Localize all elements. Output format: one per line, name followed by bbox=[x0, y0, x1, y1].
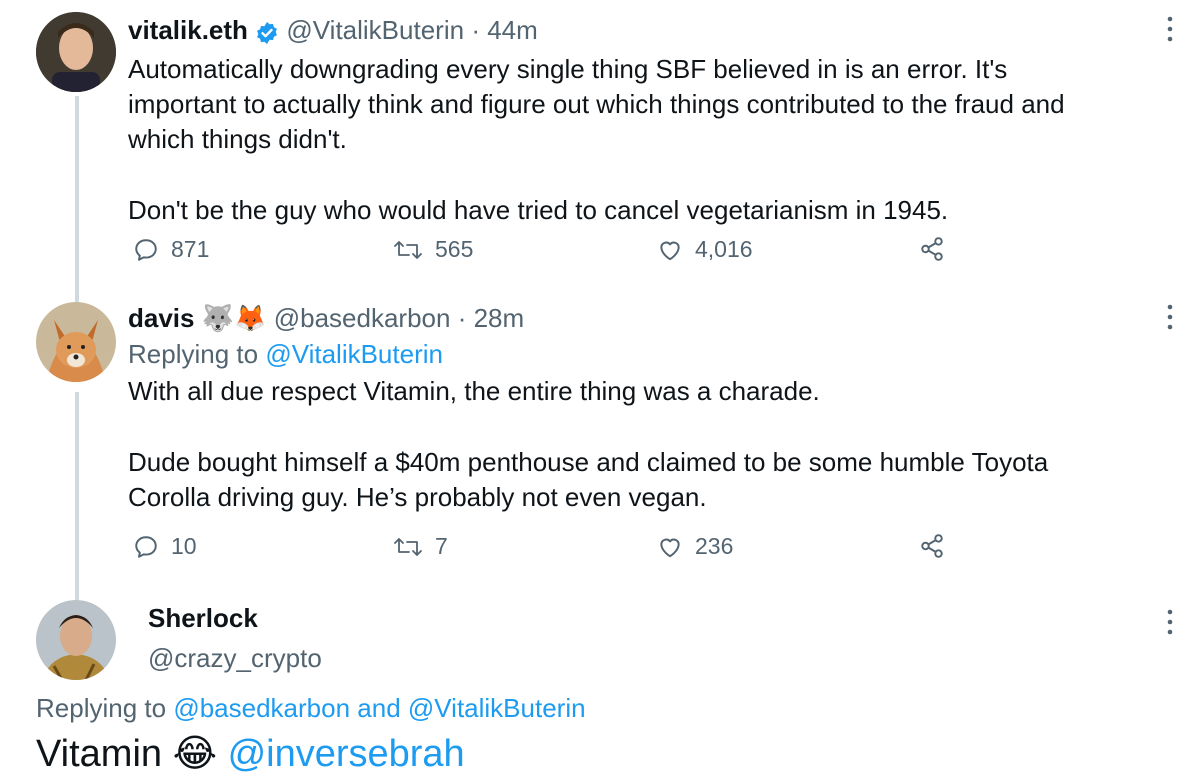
share-button[interactable] bbox=[919, 236, 957, 262]
handle[interactable]: @basedkarbon bbox=[274, 303, 451, 333]
reply-button[interactable]: 871 bbox=[133, 236, 209, 263]
display-name[interactable]: davis bbox=[128, 303, 195, 333]
body-line: Dude bought himself a $40m penthouse and… bbox=[128, 447, 1049, 477]
avatar-davis[interactable] bbox=[36, 302, 116, 382]
laughing-emoji-icon: 😂 bbox=[172, 733, 217, 775]
handle[interactable]: @VitalikButerin bbox=[286, 15, 464, 45]
reply-icon bbox=[135, 238, 157, 261]
avatar-sherlock[interactable] bbox=[36, 600, 116, 680]
like-count: 236 bbox=[695, 533, 734, 559]
timestamp[interactable]: 28m bbox=[474, 303, 525, 333]
body-line: Don't be the guy who would have tried to… bbox=[128, 195, 949, 225]
replying-mention[interactable]: @VitalikButerin bbox=[265, 339, 443, 369]
separator: · bbox=[471, 15, 480, 45]
body-line: which things didn't. bbox=[128, 124, 347, 154]
like-count: 4,016 bbox=[695, 236, 753, 262]
action-bar: 10 7 236 bbox=[133, 533, 953, 563]
reply-icon bbox=[135, 535, 157, 558]
share-button[interactable] bbox=[919, 533, 957, 559]
replying-prefix: Replying to bbox=[36, 693, 167, 723]
like-button[interactable]: 4,016 bbox=[657, 236, 753, 263]
body-word: Vitamin bbox=[36, 733, 163, 775]
body-line bbox=[128, 157, 1158, 193]
replying-to: Replying to @basedkarbon and @VitalikBut… bbox=[36, 690, 586, 726]
name-emojis: 🐺🦊 bbox=[201, 303, 267, 333]
tweet-body: With all due respect Vitamin, the entire… bbox=[128, 374, 1158, 515]
display-name[interactable]: Sherlock bbox=[148, 600, 322, 636]
more-icon[interactable] bbox=[1160, 607, 1180, 642]
like-icon bbox=[660, 538, 680, 557]
tweet-body: Automatically downgrading every single t… bbox=[128, 52, 1158, 228]
tweet-header: vitalik.eth @VitalikButerin · 44m bbox=[128, 14, 1158, 52]
tweet-header: davis 🐺🦊 @basedkarbon · 28m bbox=[128, 302, 1158, 334]
retweet-count: 7 bbox=[435, 533, 448, 559]
reply-count: 10 bbox=[171, 533, 197, 559]
handle[interactable]: @crazy_crypto bbox=[148, 640, 322, 676]
body-line: important to actually think and figure o… bbox=[128, 89, 1065, 119]
thread-line bbox=[75, 96, 79, 306]
like-icon bbox=[660, 241, 680, 260]
reply-count: 871 bbox=[171, 236, 210, 262]
retweet-icon bbox=[394, 240, 422, 259]
thread-line bbox=[75, 392, 79, 602]
retweet-count: 565 bbox=[435, 236, 474, 262]
retweet-button[interactable]: 565 bbox=[393, 236, 473, 263]
tweet-body: Vitamin 😂 @inversebrah bbox=[36, 730, 465, 778]
more-icon[interactable] bbox=[1160, 302, 1180, 337]
body-mention[interactable]: @inversebrah bbox=[228, 733, 465, 775]
tweet-davis[interactable]: davis 🐺🦊 @basedkarbon · 28m Replying to … bbox=[128, 302, 1158, 515]
replying-prefix: Replying to bbox=[128, 339, 259, 369]
replying-and: and bbox=[357, 693, 401, 723]
body-line: Automatically downgrading every single t… bbox=[128, 54, 1008, 84]
timestamp[interactable]: 44m bbox=[487, 15, 538, 45]
body-line bbox=[128, 409, 1158, 445]
tweet-sherlock-header[interactable]: Sherlock @crazy_crypto bbox=[148, 600, 322, 676]
reply-button[interactable]: 10 bbox=[133, 533, 197, 560]
tweet-vitalik[interactable]: vitalik.eth @VitalikButerin · 44m Automa… bbox=[128, 14, 1158, 228]
avatar-vitalik[interactable] bbox=[36, 12, 116, 92]
replying-mention[interactable]: @basedkarbon bbox=[173, 693, 350, 723]
retweet-icon bbox=[394, 537, 422, 556]
like-button[interactable]: 236 bbox=[657, 533, 733, 560]
replying-to: Replying to @VitalikButerin bbox=[128, 338, 1158, 370]
separator: · bbox=[457, 303, 467, 333]
more-icon[interactable] bbox=[1160, 14, 1180, 49]
replying-mention[interactable]: @VitalikButerin bbox=[408, 693, 586, 723]
action-bar: 871 565 4,016 bbox=[133, 236, 953, 266]
body-line: With all due respect Vitamin, the entire… bbox=[128, 376, 820, 406]
retweet-button[interactable]: 7 bbox=[393, 533, 448, 560]
display-name[interactable]: vitalik.eth bbox=[128, 15, 248, 45]
share-icon bbox=[921, 534, 943, 558]
share-icon bbox=[921, 237, 943, 261]
body-line: Corolla driving guy. He’s probably not e… bbox=[128, 482, 707, 512]
verified-badge-icon bbox=[255, 20, 279, 52]
